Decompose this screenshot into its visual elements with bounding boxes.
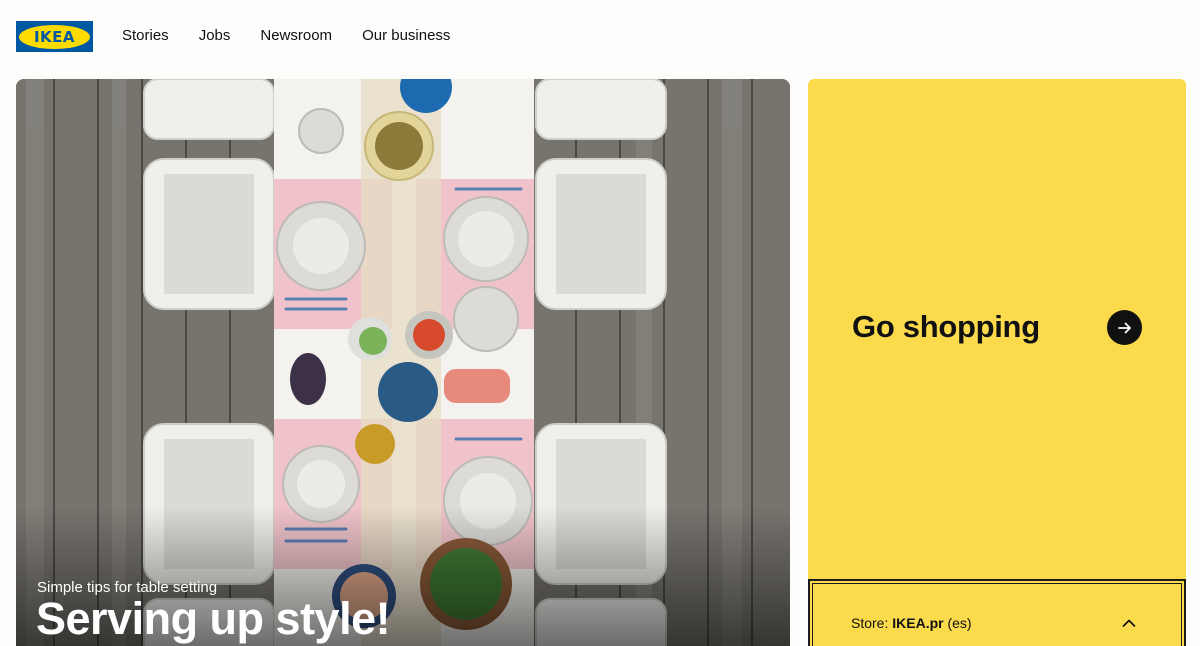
- nav-stories[interactable]: Stories: [122, 27, 169, 44]
- hero-card[interactable]: Simple tips for table setting Serving up…: [16, 79, 790, 646]
- nav-newsroom[interactable]: Newsroom: [260, 27, 332, 44]
- nav-our-business[interactable]: Our business: [362, 27, 450, 44]
- page: IKEA Stories Jobs Newsroom Our business: [0, 0, 1200, 646]
- store-label: Store: IKEA.pr (es): [851, 615, 972, 631]
- main-nav: Stories Jobs Newsroom Our business: [122, 27, 480, 44]
- store-selector[interactable]: Store: IKEA.pr (es): [808, 579, 1186, 646]
- ikea-logo[interactable]: IKEA: [16, 21, 93, 52]
- store-prefix: Store:: [851, 615, 893, 631]
- nav-jobs[interactable]: Jobs: [199, 27, 231, 44]
- logo-oval: IKEA: [19, 24, 90, 49]
- go-shopping-label: Go shopping: [852, 309, 1040, 344]
- hero-title[interactable]: Serving up style!: [36, 593, 391, 645]
- arrow-right-icon[interactable]: [1107, 310, 1142, 345]
- logo-text: IKEA: [33, 27, 76, 46]
- chevron-up-icon[interactable]: [1121, 615, 1137, 636]
- go-shopping-card[interactable]: Go shopping: [808, 79, 1186, 579]
- site-header: IKEA Stories Jobs Newsroom Our business: [0, 0, 1200, 78]
- store-name: IKEA.pr: [892, 615, 944, 631]
- store-lang: (es): [943, 615, 972, 631]
